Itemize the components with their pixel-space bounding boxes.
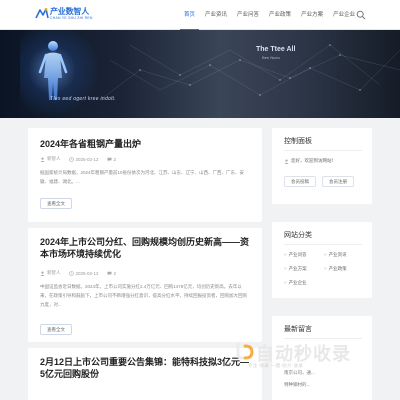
post-meta: 新智人 2025-02-12 2 bbox=[40, 270, 116, 276]
nav-industry-solutions[interactable]: 产业方案 bbox=[297, 0, 327, 30]
control-panel-title: 控制面板 bbox=[284, 138, 312, 145]
clock-icon bbox=[68, 156, 74, 162]
post-title[interactable]: 2024年上市公司分红、回购规模均创历史新高——资本市场环境持续优化 bbox=[40, 236, 252, 260]
read-more-button[interactable]: 查看全文 bbox=[40, 324, 72, 335]
clock-icon bbox=[68, 270, 74, 276]
categories-title: 网站分类 bbox=[284, 232, 312, 239]
comment-icon bbox=[107, 271, 112, 275]
category-link[interactable]: 产业政策 bbox=[324, 266, 347, 272]
watermark-logo-icon bbox=[236, 342, 254, 360]
post-author-name: 新智人 bbox=[47, 270, 61, 275]
read-more-button[interactable]: 查看全文 bbox=[40, 198, 72, 209]
post-title[interactable]: 2月12日上市公司重要公告集锦：能特科技拟3亿元—5亿元回购股份 bbox=[40, 356, 252, 380]
register-button[interactable]: 会员注册 bbox=[322, 176, 354, 187]
post-date-value: 2025-02-12 bbox=[75, 270, 99, 276]
nav-industry-news[interactable]: 产业资讯 bbox=[201, 0, 231, 30]
post-excerpt: 中国证监会近日数据，2024年，上市公司实施分红2.4万亿元、回购1476亿元，… bbox=[40, 284, 247, 307]
divider bbox=[284, 244, 362, 245]
user-icon bbox=[284, 159, 289, 164]
nav-home[interactable]: 首页 bbox=[180, 0, 200, 30]
hero-banner[interactable]: Tles eed ogert kree indolt. The Ttee All… bbox=[0, 30, 400, 118]
submit-post-button[interactable]: 会员投稿 bbox=[284, 176, 316, 187]
nav-industry-companies[interactable]: 产业企业 bbox=[329, 0, 359, 30]
category-link[interactable]: 产业方案 bbox=[284, 266, 307, 272]
nav-industry-qa[interactable]: 产业问答 bbox=[233, 0, 263, 30]
greeting: 您好，欢迎到访网站！ bbox=[284, 158, 336, 164]
nav-industry-policy[interactable]: 产业政策 bbox=[265, 0, 295, 30]
post-date: 2025-02-12 bbox=[68, 270, 99, 276]
comment-item[interactable]: 特种钢材的... bbox=[284, 382, 310, 388]
post-author: 新智人 bbox=[40, 270, 61, 276]
post-author-name: 新智人 bbox=[47, 156, 61, 161]
banner-caption: Tles eed ogert kree indolt. bbox=[50, 96, 116, 102]
category-link[interactable]: 产业问答 bbox=[284, 252, 307, 258]
post-comments: 2 bbox=[107, 156, 117, 162]
category-link[interactable]: 产业企业 bbox=[284, 280, 307, 286]
user-icon bbox=[40, 271, 45, 276]
greeting-text: 您好，欢迎到访网站！ bbox=[291, 158, 336, 163]
user-icon bbox=[40, 157, 45, 162]
post-title[interactable]: 2024年各省粗钢产量出炉 bbox=[40, 138, 141, 150]
post-card: 2024年上市公司分红、回购规模均创历史新高——资本市场环境持续优化 新智人 2… bbox=[28, 228, 262, 342]
post-comments-count: 2 bbox=[113, 270, 117, 276]
divider bbox=[284, 150, 362, 151]
post-date-value: 2025-02-12 bbox=[75, 156, 99, 162]
banner-tag-sub: Bee Nueo bbox=[262, 55, 280, 60]
post-excerpt: 据国家统计局数据，2024年粗钢产量前10省份依次为河北、江苏、山东、辽宁、山西… bbox=[40, 170, 245, 184]
sidebar-categories: 网站分类 产业问答 产业资讯 产业方案 产业政策 产业企业 bbox=[272, 222, 372, 298]
banner-tag: The Ttee All bbox=[256, 46, 296, 53]
post-comments-count: 2 bbox=[113, 156, 117, 162]
watermark: 自动秒收录 专注·收录·一键·助力·收录 bbox=[232, 336, 400, 380]
comment-icon bbox=[107, 157, 112, 161]
site-header: 产业数智人 CHAN YE SHU ZHI REN 首页 产业资讯 产业问答 产… bbox=[0, 0, 400, 30]
category-link[interactable]: 产业资讯 bbox=[324, 252, 347, 258]
post-date: 2025-02-12 bbox=[68, 156, 99, 162]
main-nav: 首页 产业资讯 产业问答 产业政策 产业方案 产业企业 bbox=[180, 0, 361, 30]
logo-mark-icon bbox=[35, 8, 49, 19]
post-author: 新智人 bbox=[40, 156, 61, 162]
search-icon[interactable] bbox=[356, 10, 366, 20]
sidebar-control-panel: 控制面板 您好，欢迎到访网站！ 会员投稿 会员注册 bbox=[272, 128, 372, 204]
latest-comments-title: 最新留言 bbox=[284, 326, 312, 333]
watermark-subtext: 专注·收录·一键·助力·收录 bbox=[248, 363, 304, 368]
post-card: 2月12日上市公司重要公告集锦：能特科技拟3亿元—5亿元回购股份 bbox=[28, 348, 262, 400]
post-meta: 新智人 2025-02-12 2 bbox=[40, 156, 116, 162]
post-comments: 2 bbox=[107, 270, 117, 276]
site-logo[interactable]: 产业数智人 CHAN YE SHU ZHI REN bbox=[34, 5, 94, 25]
banner-network-graphic bbox=[100, 44, 400, 101]
post-card: 2024年各省粗钢产量出炉 新智人 2025-02-12 2 据国家统计局数据，… bbox=[28, 128, 262, 222]
logo-subtitle: CHAN YE SHU ZHI REN bbox=[50, 16, 93, 20]
